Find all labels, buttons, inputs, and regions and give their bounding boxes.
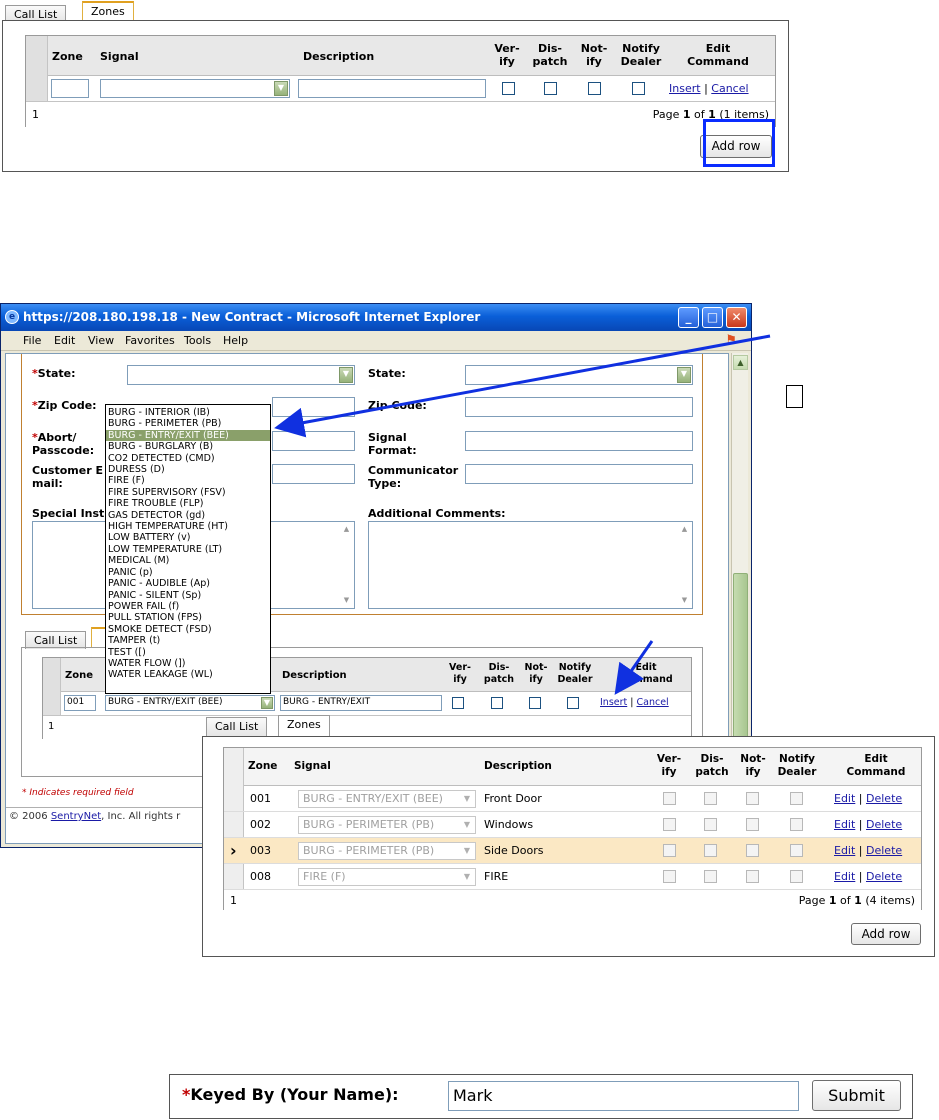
row-zone: 008 — [250, 870, 271, 883]
row-description: Side Doors — [484, 844, 544, 857]
separator: | — [855, 870, 867, 883]
arrow-to-dropdown — [274, 334, 771, 438]
table-row[interactable]: 001 BURG - ENTRY/EXIT (BEE) ▼ Front Door Edi… — [224, 786, 921, 812]
notify-checkbox — [746, 844, 759, 857]
header-dispatch: Dis-patch — [695, 753, 729, 778]
delete-link[interactable]: Delete — [866, 844, 902, 857]
notify-dealer-checkbox — [790, 792, 803, 805]
row-zone: 003 — [250, 844, 271, 857]
dispatch-checkbox — [704, 818, 717, 831]
notify-checkbox — [746, 792, 759, 805]
verify-checkbox — [663, 792, 676, 805]
notify-dealer-checkbox — [790, 818, 803, 831]
chevron-down-icon: ▼ — [463, 794, 471, 803]
row-description: Windows — [484, 818, 534, 831]
dispatch-checkbox — [704, 792, 717, 805]
edit-link[interactable]: Edit — [834, 844, 855, 857]
header-description: Description — [484, 760, 552, 772]
notify-dealer-checkbox — [790, 844, 803, 857]
header-notify-dealer: Notify Dealer — [777, 753, 817, 778]
row-signal-select: BURG - PERIMETER (PB) ▼ — [298, 842, 476, 860]
row-pointer-icon: › — [230, 841, 237, 860]
row-actions: Edit | Delete — [834, 792, 902, 805]
row-zone: 001 — [250, 792, 271, 805]
delete-link[interactable]: Delete — [866, 818, 902, 831]
delete-link[interactable]: Delete — [866, 870, 902, 883]
chevron-down-icon: ▼ — [463, 820, 471, 829]
edit-link[interactable]: Edit — [834, 870, 855, 883]
row-signal-text: BURG - ENTRY/EXIT (BEE) — [303, 792, 443, 805]
row-signal-select: FIRE (F) ▼ — [298, 868, 476, 886]
edit-link[interactable]: Edit — [834, 818, 855, 831]
notify-checkbox — [746, 818, 759, 831]
delete-link[interactable]: Delete — [866, 792, 902, 805]
header-signal: Signal — [294, 760, 331, 772]
notify-checkbox — [746, 870, 759, 883]
verify-checkbox — [663, 818, 676, 831]
table-row[interactable]: 008 FIRE (F) ▼ FIRE Edit | Delete — [224, 864, 921, 890]
row-description: Front Door — [484, 792, 542, 805]
edit-link[interactable]: Edit — [834, 792, 855, 805]
tab-call-list[interactable]: Call List — [206, 717, 268, 737]
submit-button[interactable]: Submit — [812, 1080, 901, 1111]
table-row[interactable]: 002 BURG - PERIMETER (PB) ▼ Windows Edit | D… — [224, 812, 921, 838]
zones-grid: Zone Signal Description Ver-ify Dis-patc… — [223, 747, 922, 910]
table-row[interactable]: › 003 BURG - PERIMETER (PB) ▼ Side Doors Edit… — [224, 838, 921, 864]
separator: | — [855, 792, 867, 805]
row-signal-text: BURG - PERIMETER (PB) — [303, 818, 435, 831]
footer-count: 1 — [230, 894, 237, 907]
verify-checkbox — [663, 870, 676, 883]
header-edit-command: Edit Command — [846, 753, 906, 778]
row-signal-select: BURG - PERIMETER (PB) ▼ — [298, 816, 476, 834]
grid-footer: 1 Page 1 of 1 (4 items) — [224, 890, 921, 910]
verify-checkbox — [663, 844, 676, 857]
chevron-down-icon: ▼ — [463, 846, 471, 855]
keyed-by-label: *Keyed By (Your Name): — [182, 1085, 399, 1104]
grid-body: 001 BURG - ENTRY/EXIT (BEE) ▼ Front Door Edi… — [224, 786, 921, 890]
keyed-by-bar: *Keyed By (Your Name): Mark Submit — [169, 1074, 913, 1119]
separator: | — [855, 844, 867, 857]
tab-zones[interactable]: Zones — [278, 715, 330, 737]
header-zone: Zone — [248, 760, 278, 772]
row-signal-text: FIRE (F) — [303, 870, 346, 883]
grid-header: Zone Signal Description Ver-ify Dis-patc… — [244, 748, 921, 786]
arrow-to-insert — [614, 640, 654, 695]
dispatch-checkbox — [704, 844, 717, 857]
keyed-by-input[interactable]: Mark — [448, 1081, 799, 1111]
row-actions: Edit | Delete — [834, 870, 902, 883]
separator: | — [855, 818, 867, 831]
dispatch-checkbox — [704, 870, 717, 883]
notify-dealer-checkbox — [790, 870, 803, 883]
zones-panel-result: Zone Signal Description Ver-ify Dis-patc… — [202, 736, 935, 957]
row-description: FIRE — [484, 870, 509, 883]
row-signal-text: BURG - PERIMETER (PB) — [303, 844, 435, 857]
add-row-button[interactable]: Add row — [851, 923, 921, 945]
header-notify: Not-ify — [740, 753, 766, 778]
row-zone: 002 — [250, 818, 271, 831]
row-signal-select: BURG - ENTRY/EXIT (BEE) ▼ — [298, 790, 476, 808]
row-actions: Edit | Delete — [834, 818, 902, 831]
pager-info: Page 1 of 1 (4 items) — [798, 894, 915, 907]
row-actions: Edit | Delete — [834, 844, 902, 857]
chevron-down-icon: ▼ — [463, 872, 471, 881]
header-verify: Ver-ify — [656, 753, 682, 778]
